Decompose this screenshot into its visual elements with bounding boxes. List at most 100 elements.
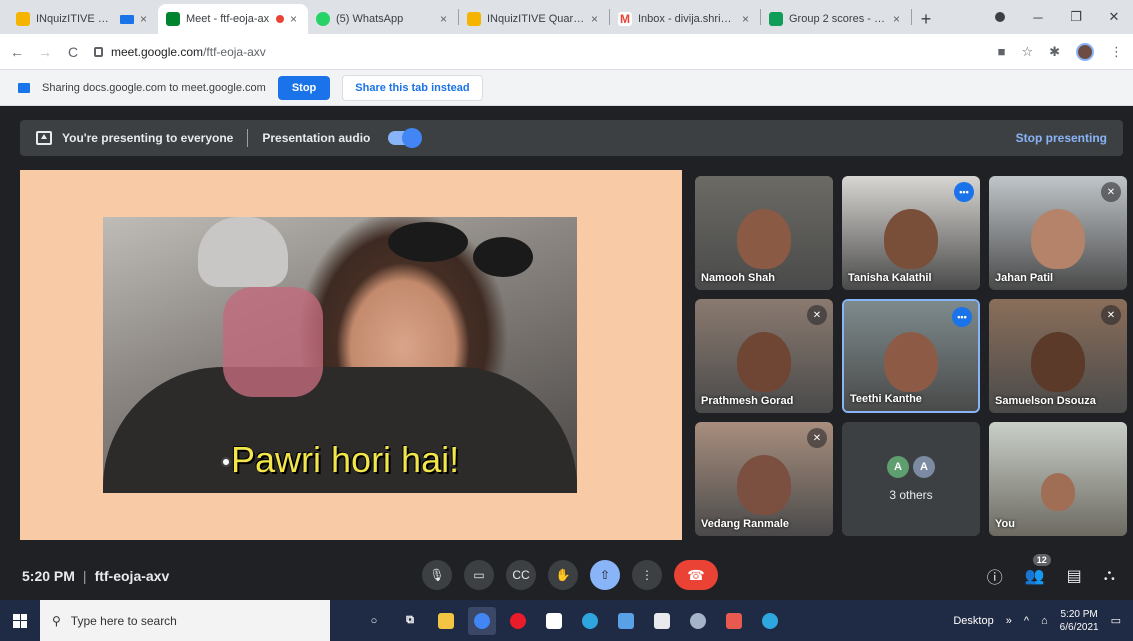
- tab-title: Group 2 scores - Goo: [789, 13, 887, 25]
- tab-title: (5) WhatsApp: [336, 13, 404, 25]
- participant-tile[interactable]: ✕ Jahan Patil: [989, 176, 1127, 290]
- participant-tile[interactable]: ✕ Prathmesh Gorad: [695, 299, 833, 413]
- captions-icon[interactable]: CC: [506, 560, 536, 590]
- presentation-audio-toggle[interactable]: [388, 128, 423, 148]
- browser-menu-icon[interactable]: ⋮: [1110, 44, 1123, 60]
- extensions-puzzle-icon[interactable]: ✱: [1049, 44, 1060, 60]
- others-tile[interactable]: AA 3 others: [842, 422, 980, 536]
- url-field[interactable]: meet.google.com/ftf-eoja-axv: [94, 39, 984, 65]
- participant-face: [884, 209, 938, 269]
- present-screen-icon: [36, 131, 52, 145]
- screen-record-icon[interactable]: [981, 10, 1019, 25]
- profile-avatar[interactable]: [1076, 42, 1094, 61]
- participant-tile[interactable]: ••• Teethi Kanthe: [842, 299, 980, 413]
- participant-face: [1031, 332, 1085, 392]
- taskbar-search[interactable]: ⚲ Type here to search: [40, 600, 330, 641]
- tab-close-icon[interactable]: ×: [591, 12, 601, 26]
- mail-icon[interactable]: [612, 607, 640, 635]
- browser-tab-2[interactable]: (5) WhatsApp ×: [308, 4, 458, 34]
- store-icon[interactable]: [648, 607, 676, 635]
- tab-close-icon[interactable]: ×: [893, 12, 903, 26]
- docs-favicon-icon: [16, 12, 30, 26]
- tab-close-icon[interactable]: ×: [742, 12, 752, 26]
- call-controls: 🎙 ▭ CC ✋ ⇧ ⋮ ☎: [422, 560, 718, 590]
- desktop-toolbar-label[interactable]: Desktop: [953, 615, 993, 627]
- edge-icon[interactable]: [576, 607, 604, 635]
- file-explorer-icon[interactable]: [432, 607, 460, 635]
- browser-tab-3[interactable]: INquizITIVE Quarter Fi ×: [459, 4, 609, 34]
- presentation-stage: Pawri hori hai!: [20, 170, 682, 540]
- divider: |: [82, 568, 87, 584]
- tab-close-icon[interactable]: ×: [440, 12, 450, 26]
- self-tile[interactable]: You: [989, 422, 1127, 536]
- speaking-indicator-icon: •••: [954, 182, 974, 202]
- reload-icon[interactable]: C: [66, 44, 80, 60]
- camera-in-use-icon[interactable]: ■: [998, 44, 1006, 59]
- new-tab-button[interactable]: +: [912, 4, 940, 34]
- back-icon[interactable]: ←: [10, 44, 24, 60]
- people-button[interactable]: 👥 12: [1024, 554, 1051, 586]
- participant-face: [737, 332, 791, 392]
- stop-presenting-button[interactable]: Stop presenting: [1016, 131, 1107, 145]
- url-path: /ftf-eoja-axv: [203, 44, 266, 59]
- task-view-icon[interactable]: ⧉: [396, 607, 424, 635]
- microphone-icon[interactable]: 🎙: [422, 560, 452, 590]
- participant-name: Samuelson Dsouza: [995, 395, 1096, 407]
- present-now-icon[interactable]: ⇧: [590, 560, 620, 590]
- network-icon[interactable]: ⌂: [1041, 615, 1048, 627]
- participant-tile[interactable]: Namooh Shah: [695, 176, 833, 290]
- notifications-icon[interactable]: ▭: [1111, 614, 1121, 627]
- participant-tile[interactable]: ••• Tanisha Kalathil: [842, 176, 980, 290]
- browser-tab-4[interactable]: M Inbox - divija.shringar ×: [610, 4, 760, 34]
- others-avatars: AA: [887, 456, 935, 478]
- tab-close-icon[interactable]: ×: [140, 12, 150, 26]
- browser-tab-0[interactable]: INquizITIVE Quart ×: [8, 4, 158, 34]
- more-options-icon[interactable]: ⋮: [632, 560, 662, 590]
- address-bar: ← → C meet.google.com/ftf-eoja-axv ■ ☆ ✱…: [0, 34, 1133, 70]
- restore-icon[interactable]: ❐: [1057, 9, 1095, 25]
- participant-name: Jahan Patil: [995, 272, 1054, 284]
- stop-sharing-button[interactable]: Stop: [277, 75, 331, 100]
- participant-tile[interactable]: ✕ Vedang Ranmale: [695, 422, 833, 536]
- close-window-icon[interactable]: ✕: [1095, 9, 1133, 25]
- activities-icon[interactable]: ⛬: [1104, 567, 1115, 585]
- chat-icon[interactable]: ▤: [1067, 566, 1082, 586]
- participant-name: Tanisha Kalathil: [848, 272, 932, 284]
- system-clock[interactable]: 5:20 PM 6/6/2021: [1060, 608, 1099, 634]
- camera-icon[interactable]: ▭: [464, 560, 494, 590]
- video-app-icon[interactable]: [720, 607, 748, 635]
- bookmark-star-icon[interactable]: ☆: [1021, 44, 1033, 60]
- presenting-banner: You're presenting to everyone Presentati…: [20, 120, 1123, 156]
- sharing-message: Sharing docs.google.com to meet.google.c…: [42, 81, 266, 94]
- cortana-icon[interactable]: ○: [360, 607, 388, 635]
- lock-icon[interactable]: [94, 46, 103, 57]
- browser-tab-5[interactable]: Group 2 scores - Goo ×: [761, 4, 911, 34]
- participant-face: [737, 455, 791, 515]
- tab-close-icon[interactable]: ×: [290, 12, 300, 26]
- share-this-tab-button[interactable]: Share this tab instead: [342, 74, 483, 101]
- browser-tab-1[interactable]: Meet - ftf-eoja-ax ×: [158, 4, 308, 34]
- forward-icon[interactable]: →: [38, 44, 52, 60]
- end-call-icon[interactable]: ☎: [674, 560, 718, 590]
- notes-icon[interactable]: [540, 607, 568, 635]
- opera-icon[interactable]: [504, 607, 532, 635]
- system-tray: Desktop » ^ ⌂ 5:20 PM 6/6/2021 ▭: [953, 608, 1133, 634]
- participant-tile[interactable]: ✕ Samuelson Dsouza: [989, 299, 1127, 413]
- start-button[interactable]: [0, 613, 40, 628]
- participant-name: Vedang Ranmale: [701, 518, 790, 530]
- participant-face: [737, 209, 791, 269]
- people-icon: 👥: [1024, 568, 1045, 585]
- presentation-audio-label: Presentation audio: [262, 131, 371, 145]
- edge-dev-icon[interactable]: [684, 607, 712, 635]
- telegram-icon[interactable]: [756, 607, 784, 635]
- meeting-info-icon[interactable]: ⓘ: [987, 564, 1003, 588]
- toolbar-overflow-icon[interactable]: »: [1006, 615, 1012, 627]
- window-controls: ─ ❐ ✕: [981, 0, 1133, 34]
- participant-face: [1041, 473, 1075, 511]
- raise-hand-icon[interactable]: ✋: [548, 560, 578, 590]
- chrome-icon[interactable]: [468, 606, 496, 635]
- browser-toolbar: ■ ☆ ✱ ⋮: [998, 42, 1123, 61]
- minimize-icon[interactable]: ─: [1019, 10, 1057, 25]
- mic-off-icon: ✕: [1101, 305, 1121, 325]
- tray-chevron-up-icon[interactable]: ^: [1024, 615, 1029, 627]
